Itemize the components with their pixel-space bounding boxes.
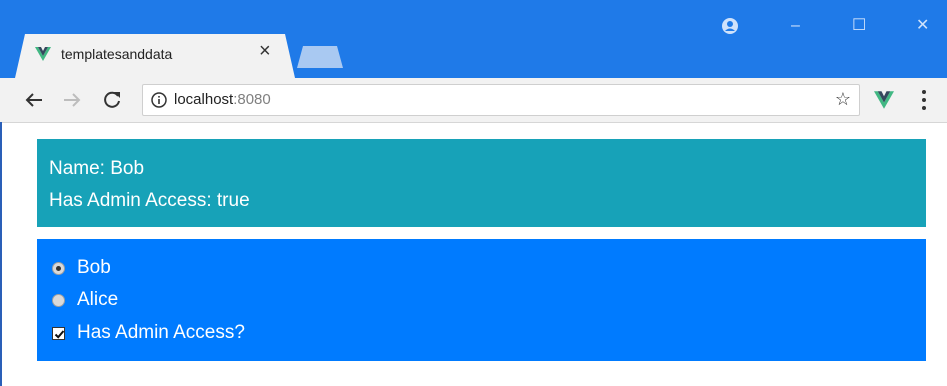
radio-alice[interactable] xyxy=(52,294,65,307)
account-icon[interactable] xyxy=(718,14,742,38)
address-bar[interactable]: localhost:8080 ☆ xyxy=(142,84,860,116)
browser-titlebar: templatesanddata × – ☐ ✕ xyxy=(0,0,947,78)
window-border xyxy=(0,122,2,386)
checkmark-icon xyxy=(54,330,65,339)
admin-access-text: Has Admin Access: true xyxy=(49,190,250,211)
back-arrow-icon[interactable] xyxy=(22,88,46,112)
bookmark-star-icon[interactable]: ☆ xyxy=(835,90,851,108)
admin-access-label[interactable]: Has Admin Access? xyxy=(77,322,245,344)
maximize-button[interactable]: ☐ xyxy=(852,18,866,34)
tab-title: templatesanddata xyxy=(61,46,173,62)
radio-bob[interactable] xyxy=(52,262,65,275)
radio-alice-label[interactable]: Alice xyxy=(77,289,118,311)
browser-menu-icon[interactable] xyxy=(920,87,928,113)
url-port: :8080 xyxy=(233,91,271,108)
name-text: Name: Bob xyxy=(49,158,145,179)
new-tab-button[interactable] xyxy=(297,46,343,68)
info-icon[interactable] xyxy=(151,92,167,108)
browser-tab[interactable]: templatesanddata × xyxy=(15,34,295,78)
forward-arrow-icon[interactable] xyxy=(60,88,84,112)
minimize-button[interactable]: – xyxy=(791,18,800,34)
url-host: localhost xyxy=(174,91,234,108)
browser-toolbar: localhost:8080 ☆ xyxy=(0,78,947,123)
reload-icon[interactable] xyxy=(100,88,124,112)
radio-bob-label[interactable]: Bob xyxy=(77,257,111,279)
admin-access-checkbox[interactable] xyxy=(52,327,65,340)
user-form-panel: Bob Alice Has Admin Access? xyxy=(37,239,926,361)
user-info-panel: Name: Bob Has Admin Access: true xyxy=(37,139,926,227)
url-text: localhost:8080 xyxy=(174,91,271,108)
vue-logo-icon xyxy=(35,47,51,61)
close-window-button[interactable]: ✕ xyxy=(916,18,929,34)
vue-devtools-icon[interactable] xyxy=(874,90,894,110)
tab-close-button[interactable]: × xyxy=(259,41,271,61)
